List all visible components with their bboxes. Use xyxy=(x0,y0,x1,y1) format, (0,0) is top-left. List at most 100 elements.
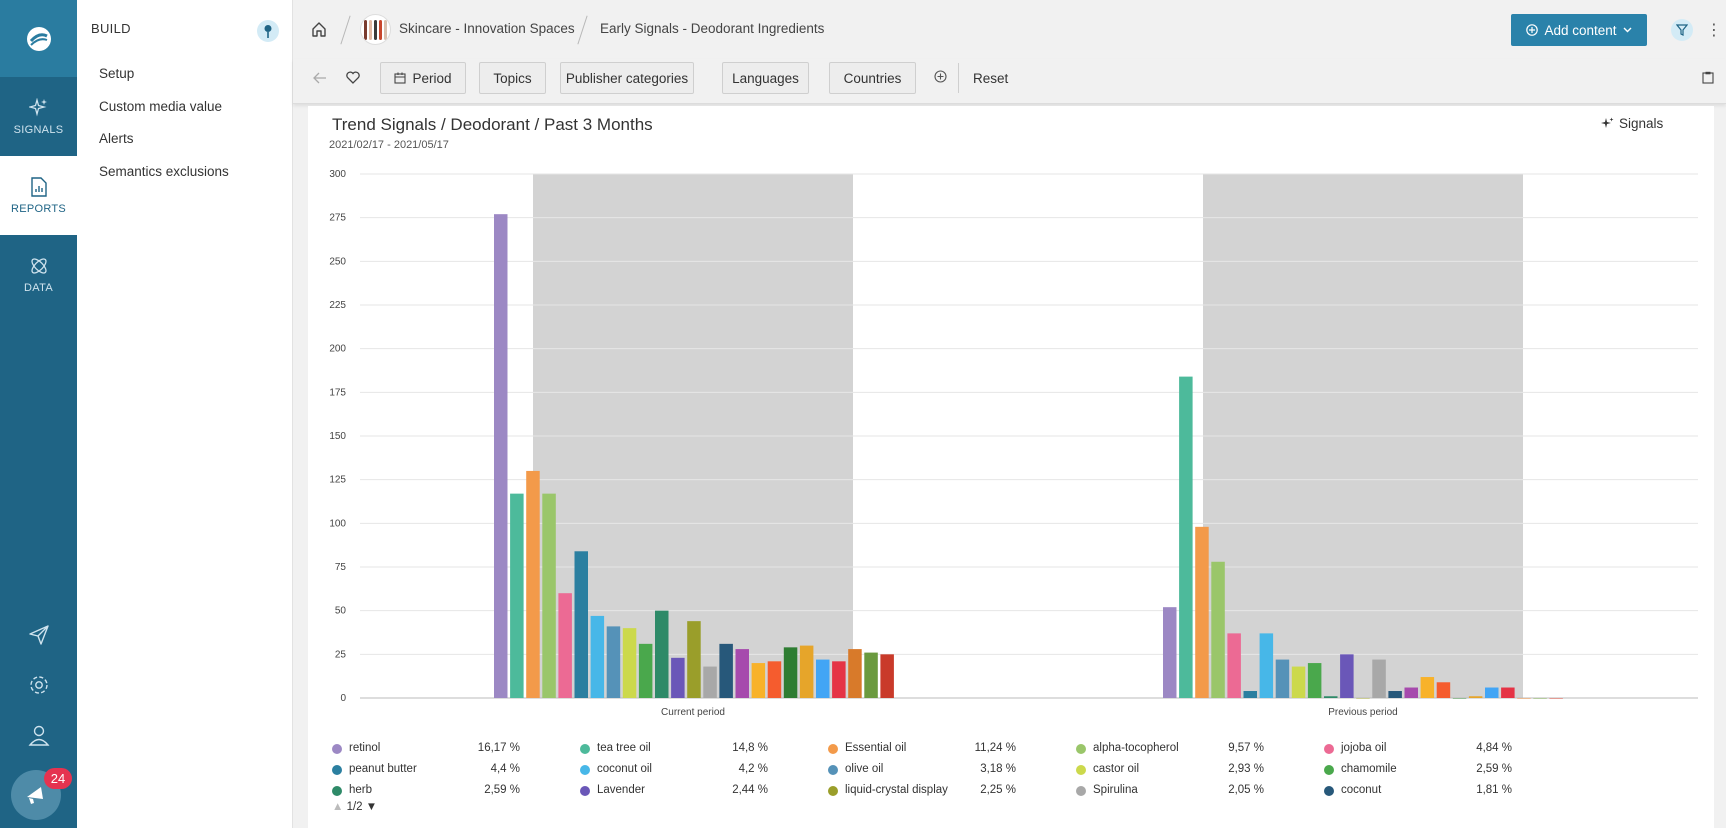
nav-signals-label: SIGNALS xyxy=(13,123,64,136)
nav-data-label: DATA xyxy=(24,281,53,294)
add-content-button[interactable]: Add content xyxy=(1511,14,1647,46)
legend-item-label[interactable]: tea tree oil xyxy=(597,742,651,754)
bar xyxy=(1211,561,1225,698)
data-atom-icon xyxy=(30,257,47,274)
bar xyxy=(510,493,524,698)
y-tick-label: 150 xyxy=(329,431,346,442)
bar xyxy=(558,593,572,698)
more-options-icon[interactable]: ⋮ xyxy=(1706,20,1722,40)
legend-item-percentage: 2,59 % xyxy=(1476,763,1512,775)
legend-item-label[interactable]: olive oil xyxy=(845,763,883,775)
legend-swatch xyxy=(1324,744,1334,754)
legend-item-label[interactable]: coconut xyxy=(1341,784,1381,796)
legend-pager[interactable]: ▲ 1/2 ▼ xyxy=(332,801,377,813)
clipboard-icon[interactable] xyxy=(1702,71,1714,89)
legend-swatch xyxy=(580,765,590,775)
y-tick-label: 25 xyxy=(335,649,347,660)
sidebar-item-setup[interactable]: Setup xyxy=(99,66,134,81)
home-button[interactable] xyxy=(311,21,327,42)
breadcrumb-project[interactable]: Skincare - Innovation Spaces xyxy=(399,21,575,36)
bar xyxy=(799,645,814,698)
y-tick-label: 100 xyxy=(329,518,346,529)
legend-item-label[interactable]: alpha-tocopherol xyxy=(1093,742,1179,754)
bar xyxy=(606,626,621,698)
y-tick-label: 275 xyxy=(329,213,346,224)
trend-bar-chart: 0 25 50 75 100 125 150 175 200 225 250 275 300 Curren… xyxy=(329,169,1698,718)
legend-swatch xyxy=(828,765,838,775)
page-down-icon[interactable]: ▼ xyxy=(366,801,377,813)
profile-nav[interactable] xyxy=(0,724,77,746)
languages-filter-button[interactable]: Languages xyxy=(722,62,809,94)
notification-badge: 24 xyxy=(44,768,72,789)
legend-item-label[interactable]: herb xyxy=(349,784,372,796)
legend-swatch xyxy=(1076,765,1086,775)
countries-filter-button[interactable]: Countries xyxy=(829,62,916,94)
legend-item-percentage: 14,8 % xyxy=(732,742,768,754)
x-category-label: Previous period xyxy=(1328,707,1397,718)
legend-swatch xyxy=(1324,786,1334,796)
legend-item-label[interactable]: chamomile xyxy=(1341,763,1397,775)
bar xyxy=(574,551,588,698)
sidebar-item-custom-media-value[interactable]: Custom media value xyxy=(99,99,222,114)
reset-button[interactable]: Reset xyxy=(973,71,1008,86)
chevron-down-icon xyxy=(1623,27,1632,33)
legend-swatch xyxy=(1324,765,1334,775)
bar xyxy=(848,649,862,698)
publisher-categories-filter-button[interactable]: Publisher categories xyxy=(560,62,694,94)
main-nav-rail: SIGNALS REPORTS DATA 24 xyxy=(0,0,77,828)
legend-swatch xyxy=(828,744,838,754)
legend-item-label[interactable]: Spirulina xyxy=(1093,784,1138,796)
send-nav[interactable] xyxy=(0,624,77,646)
nav-data[interactable]: DATA xyxy=(0,235,77,314)
y-tick-label: 75 xyxy=(335,562,347,573)
legend-item-percentage: 2,44 % xyxy=(732,784,768,796)
filter-toggle-button[interactable] xyxy=(1671,19,1693,41)
legend-swatch xyxy=(332,744,342,754)
legend-item-label[interactable]: jojoba oil xyxy=(1341,742,1386,754)
legend-item-label[interactable]: peanut butter xyxy=(349,763,417,775)
bar xyxy=(638,643,653,698)
y-tick-label: 300 xyxy=(329,169,346,180)
legend-item-label[interactable]: liquid-crystal display xyxy=(845,784,948,796)
legend-item-label[interactable]: castor oil xyxy=(1093,763,1139,775)
bar xyxy=(1404,687,1418,698)
period-filter-button[interactable]: Period xyxy=(380,62,466,94)
pin-sidebar-button[interactable] xyxy=(257,20,279,42)
sidebar-title: BUILD xyxy=(91,21,131,36)
nav-reports-label: REPORTS xyxy=(10,202,67,215)
breadcrumb-report[interactable]: Early Signals - Deodorant Ingredients xyxy=(600,21,824,36)
bar xyxy=(1340,654,1354,698)
bar xyxy=(767,661,782,698)
sidebar-item-semantics-exclusions[interactable]: Semantics exclusions xyxy=(99,164,229,179)
page-indicator: 1/2 xyxy=(346,801,363,813)
topics-filter-button[interactable]: Topics xyxy=(479,62,546,94)
nav-reports[interactable]: REPORTS xyxy=(0,156,77,235)
legend-swatch xyxy=(332,786,342,796)
bar xyxy=(1436,682,1451,698)
legend-item-label[interactable]: retinol xyxy=(349,742,380,754)
sidebar-item-alerts[interactable]: Alerts xyxy=(99,131,134,146)
nav-signals[interactable]: SIGNALS xyxy=(0,77,77,156)
y-tick-label: 50 xyxy=(335,606,347,617)
bar xyxy=(1179,376,1193,698)
page-up-icon[interactable]: ▲ xyxy=(332,801,343,813)
bar xyxy=(1501,687,1515,698)
settings-nav[interactable] xyxy=(0,674,77,696)
plus-circle-icon xyxy=(934,70,947,83)
heart-icon[interactable] xyxy=(346,71,360,89)
legend-item-percentage: 3,18 % xyxy=(980,763,1016,775)
back-arrow-icon[interactable] xyxy=(313,71,327,89)
legend-swatch xyxy=(828,786,838,796)
add-filter-button[interactable] xyxy=(934,70,947,88)
period-filter-label: Period xyxy=(412,70,452,86)
funnel-icon xyxy=(1676,24,1688,36)
app-logo[interactable] xyxy=(0,0,77,77)
legend-swatch xyxy=(1076,744,1086,754)
y-tick-label: 250 xyxy=(329,256,346,267)
legend-item-percentage: 16,17 % xyxy=(477,742,520,754)
legend-item-percentage: 2,93 % xyxy=(1228,763,1264,775)
legend-item-label[interactable]: Lavender xyxy=(597,784,645,796)
legend-item-label[interactable]: coconut oil xyxy=(597,763,652,775)
bar xyxy=(735,649,749,698)
legend-item-label[interactable]: Essential oil xyxy=(845,742,906,754)
